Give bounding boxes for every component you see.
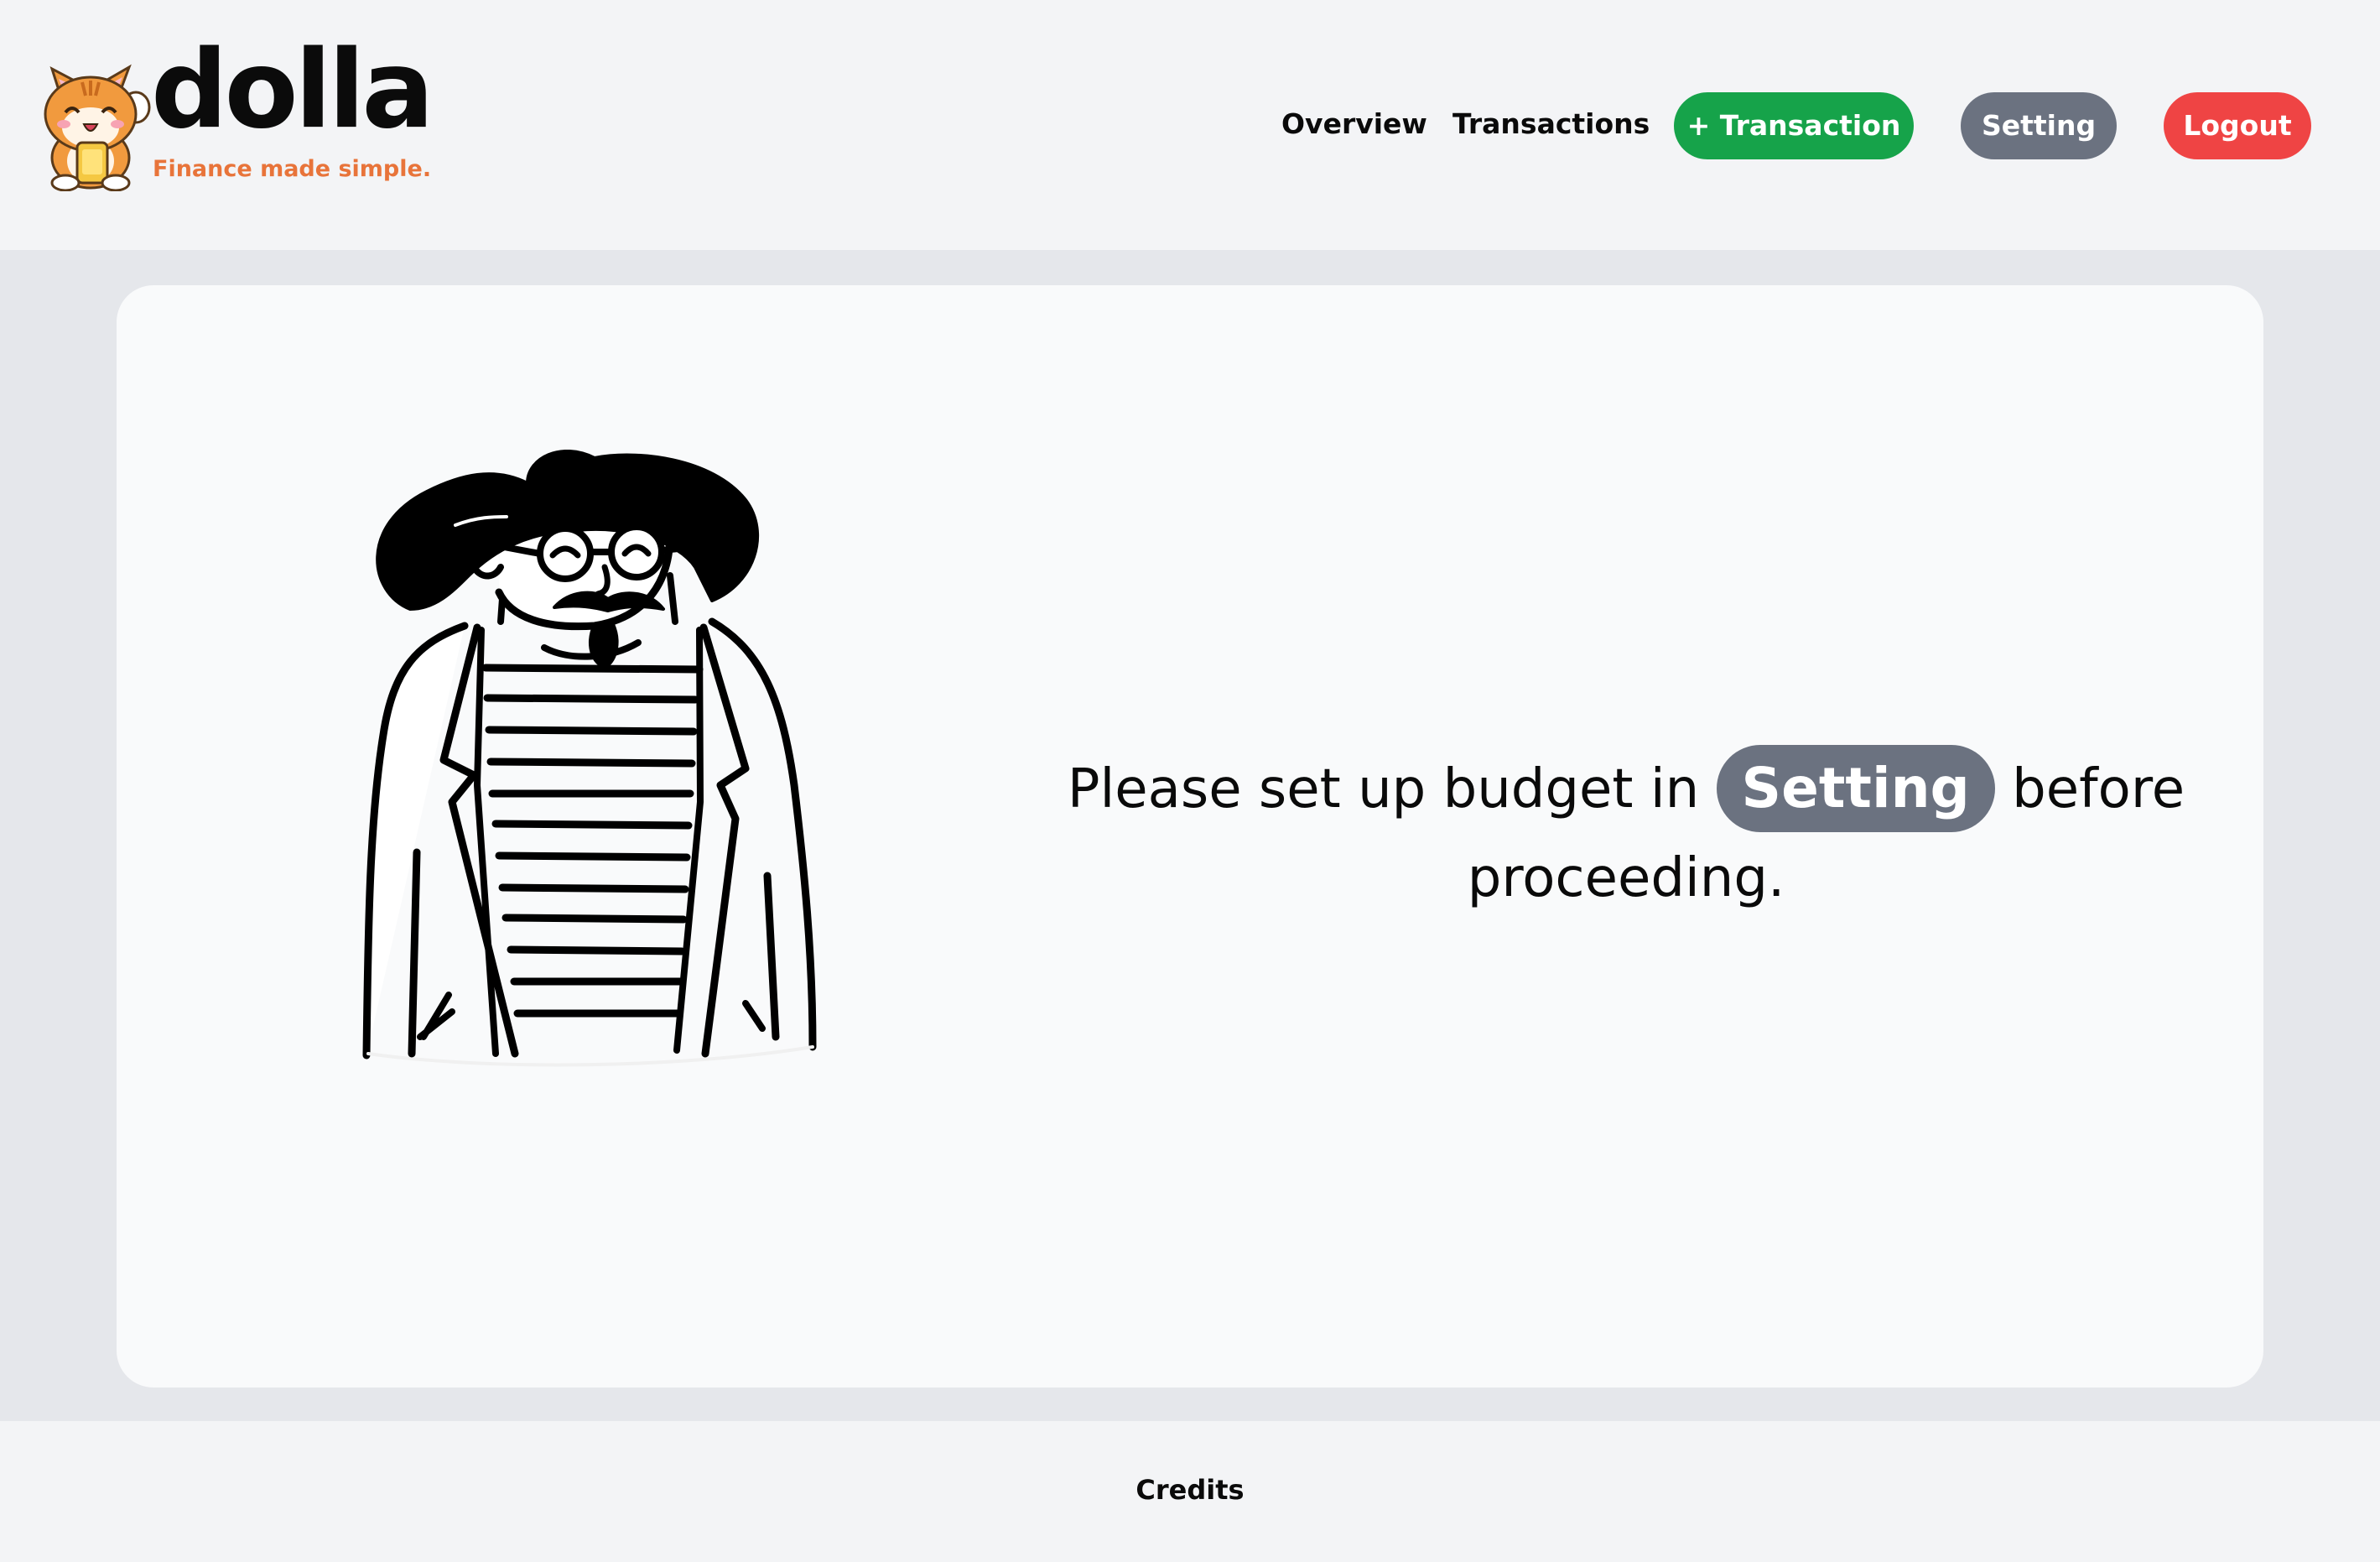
brand-tagline: Finance made simple. [153,156,432,182]
setting-button[interactable]: Setting [1961,92,2117,159]
page-footer: Credits [0,1421,2380,1562]
nav-transactions-link[interactable]: Transactions [1452,107,1650,141]
brand-logo[interactable]: dolla Finance made simple. [29,37,434,195]
main-content-area: Please set up budget in Setting before p… [0,250,2380,1421]
setup-budget-message: Please set up budget in Setting before p… [913,745,2339,923]
top-navigation-bar: dolla Finance made simple. Overview Tran… [0,0,2380,250]
logout-button[interactable]: Logout [2164,92,2311,159]
cat-mascot-icon [44,64,151,191]
man-with-hat-illustration [362,450,817,1067]
message-text-before: Please set up budget in [1067,758,1717,820]
credits-link[interactable]: Credits [0,1473,2380,1507]
brand-name: dolla [151,28,434,153]
setup-notice-card: Please set up budget in Setting before p… [117,285,2263,1388]
add-transaction-button[interactable]: + Transaction [1674,92,1914,159]
nav-overview-link[interactable]: Overview [1281,107,1427,141]
message-setting-link[interactable]: Setting [1716,745,1995,832]
